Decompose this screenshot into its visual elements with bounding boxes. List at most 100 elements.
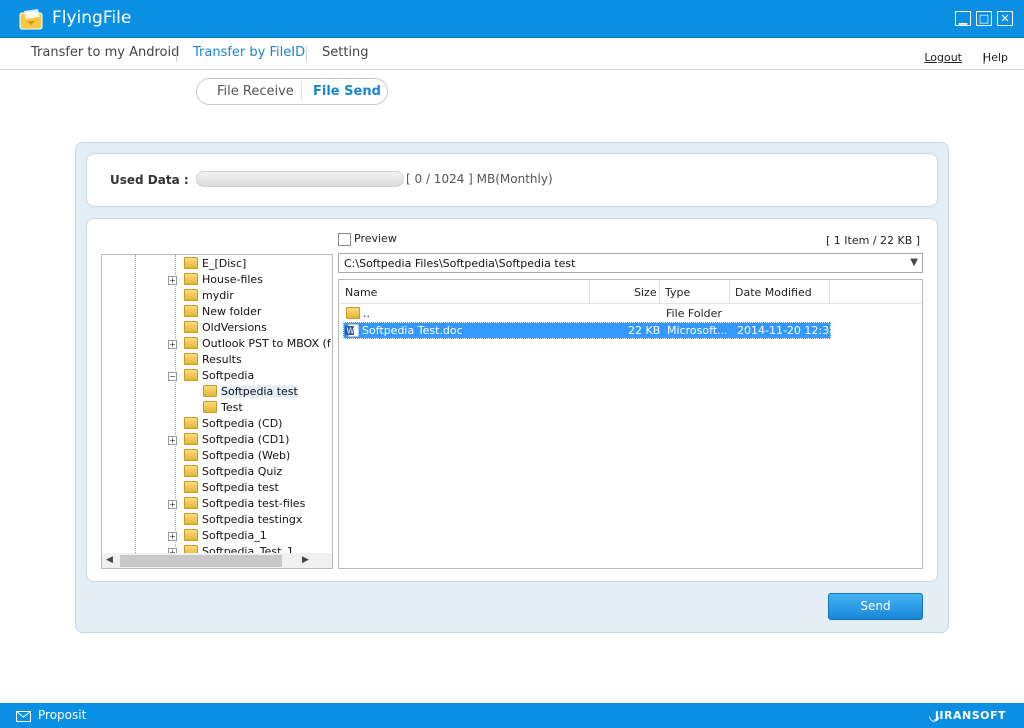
tree-node[interactable]: Softpedia (Web) — [184, 448, 290, 464]
tree-node-label: Results — [202, 353, 242, 366]
word-doc-icon: W — [345, 323, 360, 338]
folder-icon — [184, 353, 198, 365]
file-row-selected[interactable]: W Softpedia Test.doc 22 KB Microsoft... … — [343, 322, 836, 339]
file-list-header: Name Size Type Date Modified — [339, 280, 922, 304]
file-row[interactable]: .. File Folder — [339, 305, 922, 322]
title-bar[interactable]: FlyingFile ▁ □ ✕ — [0, 0, 1024, 38]
column-header-name[interactable]: Name — [345, 286, 377, 299]
tree-guide-line — [135, 255, 136, 553]
folder-icon — [184, 321, 198, 333]
help-link[interactable]: Help — [983, 51, 1008, 64]
folder-tree-nodes: E_[Disc] House-files + mydir New folder OldVe… — [102, 255, 332, 553]
file-type: File Folder — [666, 307, 722, 320]
column-header-size[interactable]: Size — [634, 286, 657, 299]
scroll-right-icon[interactable]: ▶ — [302, 555, 309, 565]
menu-bar: Transfer to my Android Transfer by FileI… — [0, 38, 1024, 70]
column-separator[interactable] — [659, 280, 660, 304]
tree-node[interactable]: New folder — [184, 304, 261, 320]
tree-node[interactable]: Softpedia test — [184, 480, 279, 496]
folder-icon — [346, 307, 360, 319]
tree-node-label: Softpedia test — [202, 481, 279, 494]
folder-icon — [203, 385, 217, 397]
tree-node-label: Softpedia (CD) — [202, 417, 283, 430]
folder-icon — [203, 401, 217, 413]
collapse-icon[interactable]: − — [168, 372, 177, 381]
column-separator[interactable] — [829, 280, 830, 304]
app-title: FlyingFile — [52, 8, 132, 28]
tree-node-label: Softpedia (Web) — [202, 449, 291, 462]
menu-separator — [176, 46, 177, 62]
svg-text:W: W — [347, 327, 355, 336]
logout-link[interactable]: Logout — [924, 51, 962, 64]
app-logo-icon — [19, 9, 43, 30]
expand-icon[interactable]: + — [168, 500, 177, 509]
file-type: Microsoft... — [667, 324, 728, 337]
tree-node-label: OldVersions — [202, 321, 267, 334]
tree-horizontal-scrollbar[interactable]: ◀ ▶ — [102, 553, 332, 568]
tree-node[interactable]: Outlook PST to MBOX (f — [184, 336, 331, 352]
column-separator[interactable] — [589, 280, 590, 304]
file-size: 22 KB — [628, 324, 661, 337]
menu-transfer-by-fileid[interactable]: Transfer by FileID — [193, 45, 305, 60]
tree-node[interactable]: Softpedia_1 — [184, 528, 267, 544]
folder-icon — [184, 529, 198, 541]
file-name: Softpedia Test.doc — [362, 324, 463, 337]
proposit-link[interactable]: Proposit — [38, 708, 86, 722]
expand-icon[interactable]: + — [168, 340, 177, 349]
file-date-modified: 2014-11-20 12:38 — [737, 324, 837, 337]
tree-node[interactable]: Softpedia (CD) — [184, 416, 282, 432]
folder-icon — [184, 433, 198, 445]
path-text: C:\Softpedia Files\Softpedia\Softpedia t… — [344, 257, 576, 270]
expand-icon[interactable]: + — [168, 532, 177, 541]
column-header-date-modified[interactable]: Date Modified — [735, 286, 812, 299]
tree-node[interactable]: Softpedia — [184, 368, 254, 384]
folder-icon — [184, 449, 198, 461]
tab-file-receive[interactable]: File Receive — [217, 84, 294, 99]
tree-node[interactable]: mydir — [184, 288, 234, 304]
tree-node[interactable]: E_[Disc] — [184, 256, 246, 272]
tree-node[interactable]: Softpedia test-files — [184, 496, 305, 512]
folder-icon — [184, 481, 198, 493]
folder-icon — [184, 257, 198, 269]
usage-text: [ 0 / 1024 ] MB(Monthly) — [406, 172, 553, 186]
tree-node-label: mydir — [202, 289, 234, 302]
transfer-mode-tabs: File Receive File Send — [196, 78, 388, 105]
maximize-icon: □ — [978, 12, 990, 25]
tree-node[interactable]: OldVersions — [184, 320, 267, 336]
brand-logo: JIRANSOFT — [934, 709, 1006, 722]
tree-node[interactable]: Results — [184, 352, 242, 368]
minimize-button[interactable]: ▁ — [955, 11, 971, 26]
tab-file-send[interactable]: File Send — [313, 84, 381, 99]
folder-tree[interactable]: E_[Disc] House-files + mydir New folder OldVe… — [101, 254, 333, 569]
tree-node[interactable]: Softpedia test — [203, 384, 298, 400]
folder-icon — [184, 305, 198, 317]
tree-node-label: Test — [221, 401, 243, 414]
close-button[interactable]: ✕ — [997, 11, 1013, 26]
scroll-left-icon[interactable]: ◀ — [106, 555, 113, 565]
mail-icon — [16, 711, 31, 722]
tree-horizontal-scroll-thumb[interactable] — [120, 555, 282, 567]
file-list[interactable]: Name Size Type Date Modified .. File Fol… — [338, 279, 923, 569]
chevron-down-icon[interactable]: ▼ — [910, 257, 918, 268]
tree-node[interactable]: Softpedia Quiz — [184, 464, 282, 480]
expand-icon[interactable]: + — [168, 276, 177, 285]
used-data-label: Used Data : — [110, 173, 189, 187]
folder-icon — [184, 417, 198, 429]
tree-node[interactable]: House-files — [184, 272, 263, 288]
path-dropdown[interactable]: C:\Softpedia Files\Softpedia\Softpedia t… — [338, 253, 923, 273]
maximize-button[interactable]: □ — [976, 11, 992, 26]
tree-node-label: Outlook PST to MBOX (f — [202, 337, 331, 350]
tree-node-label: House-files — [202, 273, 263, 286]
preview-checkbox[interactable] — [338, 233, 351, 246]
expand-icon[interactable]: + — [168, 436, 177, 445]
send-button[interactable]: Send — [828, 593, 923, 620]
column-header-type[interactable]: Type — [665, 286, 690, 299]
tree-node[interactable]: Softpedia_Test_1 — [184, 544, 294, 553]
item-count: [ 1 Item / 22 KB ] — [826, 234, 921, 247]
tree-node[interactable]: Softpedia testingx — [184, 512, 302, 528]
menu-setting[interactable]: Setting — [322, 45, 369, 60]
menu-transfer-android[interactable]: Transfer to my Android — [31, 45, 179, 60]
tree-node[interactable]: Softpedia (CD1) — [184, 432, 289, 448]
column-separator[interactable] — [729, 280, 730, 304]
tree-node[interactable]: Test — [203, 400, 243, 416]
